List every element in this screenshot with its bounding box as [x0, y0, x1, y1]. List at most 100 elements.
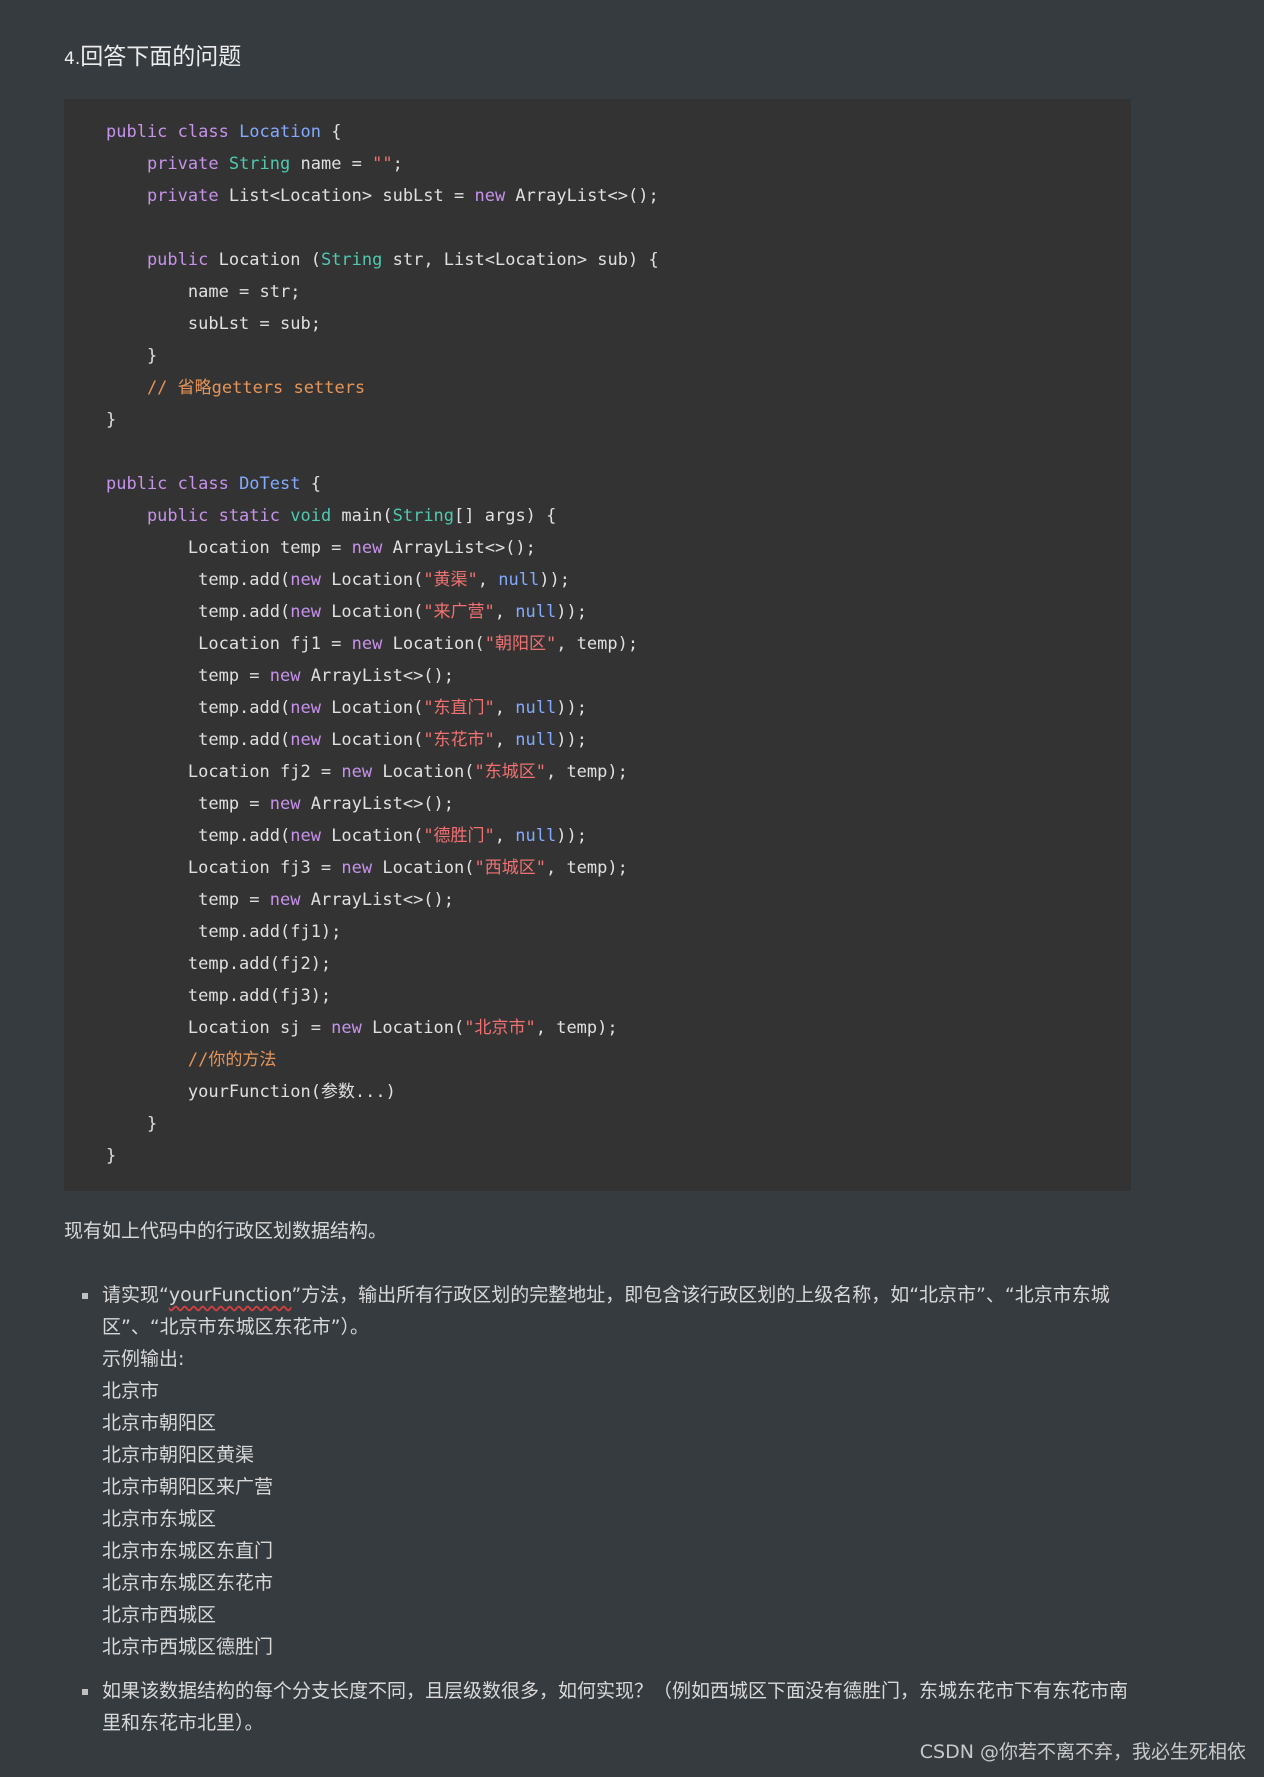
code-token: ArrayList<>();: [300, 794, 455, 814]
code-token: new: [351, 538, 383, 558]
code-token: ));: [556, 602, 587, 622]
code-token: List<Location> subLst =: [228, 186, 475, 206]
watermark: CSDN @你若不离不弃，我必生死相依: [919, 1741, 1246, 1763]
list-item: 请实现“yourFunction”方法，输出所有行政区划的完整地址，即包含该行政…: [64, 1279, 1144, 1663]
code-token: Location(: [372, 762, 475, 782]
code-line: temp.add(new Location("德胜门", null));: [106, 820, 1131, 852]
code-line: }: [106, 1140, 1131, 1172]
code-line: temp.add(new Location("来广营", null));: [106, 596, 1131, 628]
code-token: public class: [106, 474, 240, 494]
code-token: new: [290, 570, 321, 590]
example-output-line: 北京市朝阳区来广营: [102, 1476, 274, 1498]
code-token: Location (: [218, 250, 321, 270]
bullet-icon: [82, 1293, 88, 1299]
code-token: Location(: [320, 698, 424, 718]
code-token: {: [300, 474, 321, 494]
code-token: }: [106, 1146, 117, 1166]
code-token: null: [515, 698, 557, 718]
code-token: [] args) {: [454, 506, 557, 526]
intro-paragraph: 现有如上代码中的行政区划数据结构。: [64, 1220, 388, 1242]
code-line: yourFunction(参数...): [106, 1076, 1131, 1108]
code-token: temp.add(: [106, 730, 291, 750]
code-token: new: [341, 762, 373, 782]
code-token: "东城区": [474, 762, 546, 782]
code-token: new: [331, 1018, 362, 1038]
code-token: temp =: [106, 794, 270, 814]
example-output-line: 北京市: [102, 1380, 160, 1402]
code-token: "东直门": [423, 698, 495, 718]
code-token: Location(: [382, 634, 485, 654]
code-token: "黄渠": [423, 570, 478, 590]
code-token: String: [392, 506, 455, 526]
code-token: , temp);: [545, 762, 628, 782]
code-token: temp.add(: [106, 826, 291, 846]
code-token: temp.add(: [106, 698, 291, 718]
code-token: public: [106, 250, 219, 270]
example-output-list: 北京市 北京市朝阳区 北京市朝阳区黄渠 北京市朝阳区来广营 北京市东城区 北京市东城区东直…: [102, 1375, 1144, 1663]
code-line: }: [106, 404, 1131, 436]
code-line: Location fj1 = new Location("朝阳区", temp)…: [106, 628, 1131, 660]
code-token: ArrayList<>();: [382, 538, 536, 558]
code-line: Location sj = new Location("北京市", temp);: [106, 1012, 1131, 1044]
code-token: temp.add(fj3);: [106, 986, 332, 1006]
code-token: }: [106, 346, 158, 366]
code-line: Location fj3 = new Location("西城区", temp)…: [106, 852, 1131, 884]
example-output-line: 北京市东城区: [102, 1508, 217, 1530]
code-token: null: [515, 730, 557, 750]
item1-function-name: yourFunction: [168, 1284, 292, 1306]
code-token: ));: [539, 570, 570, 590]
code-token: public class: [106, 122, 240, 142]
code-token: new: [269, 890, 301, 910]
code-token: null: [515, 602, 557, 622]
code-token: null: [498, 570, 540, 590]
code-token: temp.add(: [106, 602, 291, 622]
section-heading: 4.回答下面的问题: [64, 40, 241, 76]
code-token: null: [515, 826, 557, 846]
code-line: temp = new ArrayList<>();: [106, 884, 1131, 916]
code-line: subLst = sub;: [106, 308, 1131, 340]
code-token: Location temp =: [106, 538, 352, 558]
code-token: ,: [494, 730, 516, 750]
code-token: }: [106, 410, 117, 430]
example-output-line: 北京市西城区德胜门: [102, 1636, 274, 1658]
code-token: Location fj1 =: [106, 634, 352, 654]
example-output-line: 北京市西城区: [102, 1604, 217, 1626]
code-token: temp =: [106, 890, 270, 910]
code-token: ;: [392, 154, 403, 174]
code-token: "来广营": [423, 602, 495, 622]
question-list: 请实现“yourFunction”方法，输出所有行政区划的完整地址，即包含该行政…: [64, 1279, 1144, 1739]
code-line: temp.add(fj1);: [106, 916, 1131, 948]
code-token: Location: [239, 122, 321, 142]
code-line: public class DoTest {: [106, 468, 1131, 500]
code-token: new: [351, 634, 383, 654]
code-token: new: [290, 602, 321, 622]
item2-text: 如果该数据结构的每个分支长度不同，且层级数很多，如何实现？（例如西城区下面没有德…: [102, 1680, 1129, 1734]
code-token: ,: [494, 698, 516, 718]
code-token: String: [228, 154, 291, 174]
code-token: , temp);: [556, 634, 639, 654]
code-token: Location(: [320, 730, 424, 750]
code-token: private: [106, 154, 229, 174]
code-token: str, List<Location> sub) {: [382, 250, 659, 270]
code-token: name = str;: [106, 282, 301, 302]
code-token: ));: [556, 826, 587, 846]
code-line: public static void main(String[] args) {: [106, 500, 1131, 532]
code-token: ArrayList<>();: [300, 890, 455, 910]
code-token: new: [290, 826, 321, 846]
code-token: "德胜门": [423, 826, 495, 846]
code-token: temp.add(fj2);: [106, 954, 332, 974]
code-token: "": [372, 154, 393, 174]
code-line: Location temp = new ArrayList<>();: [106, 532, 1131, 564]
code-token: Location fj2 =: [106, 762, 342, 782]
code-token: {: [320, 122, 342, 142]
code-line: // 省略getters setters: [106, 372, 1131, 404]
code-token: Location sj =: [106, 1018, 332, 1038]
code-block: public class Location { private String n…: [64, 99, 1131, 1191]
code-token: String: [320, 250, 383, 270]
code-token: Location(: [372, 858, 475, 878]
code-line: temp.add(fj3);: [106, 980, 1131, 1012]
code-line: temp = new ArrayList<>();: [106, 788, 1131, 820]
example-output-line: 北京市朝阳区: [102, 1412, 217, 1434]
code-token: Location(: [320, 602, 424, 622]
